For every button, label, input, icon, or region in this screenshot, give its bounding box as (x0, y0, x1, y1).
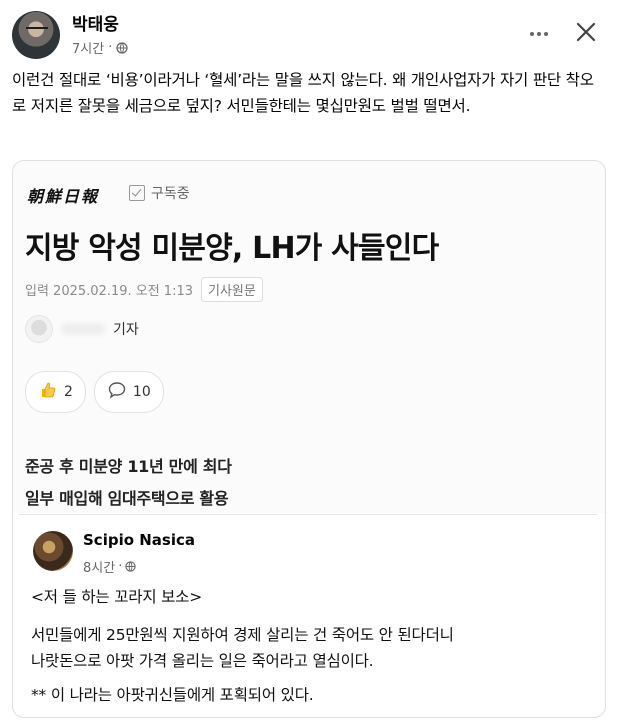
article-date: 입력 2025.02.19. 오전 1:13 (25, 284, 193, 299)
comment-reaction: 10 (93, 371, 164, 413)
meta-separator: · (108, 40, 113, 55)
globe-icon (116, 41, 128, 54)
subscribe-status: 구독중 (129, 183, 190, 203)
redacted-name (61, 323, 105, 335)
quoted-comment: Scipio Nasica 8시간 · <저 들 하는 꼬라지 보소> 서민들에… (19, 514, 597, 711)
comment-line: 서민들에게 25만원씩 지원하여 경제 살리는 건 죽어도 안 된다더니 (31, 626, 454, 644)
article-meta: 입력 2025.02.19. 오전 1:13 기사원문 (25, 277, 263, 302)
commenter-avatar[interactable] (33, 531, 73, 571)
meta-separator: · (118, 559, 123, 574)
more-icon[interactable] (524, 22, 554, 46)
speech-bubble-icon (107, 380, 127, 404)
comment-time[interactable]: 8시간 (83, 557, 115, 576)
like-count: 2 (64, 384, 73, 400)
comment-line: 나랏돈으로 아팟 가격 올리는 일은 죽어라고 열심이다. (31, 652, 374, 670)
newspaper-logo: 朝鮮日報 (27, 187, 100, 206)
article-screenshot: 朝鮮日報 구독중 지방 악성 미분양, LH가 사들인다 입력 2025.02.… (13, 161, 605, 513)
thumbs-up-icon (38, 380, 58, 404)
comment-count: 10 (132, 384, 151, 400)
comment-meta: 8시간 · (83, 557, 137, 576)
original-article-tag: 기사원문 (201, 277, 263, 302)
author-name[interactable]: 박태웅 (72, 10, 119, 35)
article-subhead: 일부 매입해 임대주택으로 활용 (25, 489, 229, 508)
comment-line: ** 이 나라는 아팟귀신들에게 포획되어 있다. (31, 686, 314, 704)
like-reaction: 2 (25, 371, 86, 413)
article-subhead: 준공 후 미분양 11년 만에 최다 (25, 457, 232, 476)
post-meta: 7시간 · (72, 38, 128, 57)
globe-icon (125, 561, 137, 572)
reporter-suffix: 기자 (113, 322, 139, 338)
post-header: 박태웅 7시간 · (12, 8, 605, 60)
post-text: 이런건 절대로 ‘비용’이라거나 ‘혈세’라는 말을 쓰지 않는다. 왜 개인사… (12, 71, 594, 115)
author-avatar[interactable] (12, 11, 60, 59)
article-headline: 지방 악성 미분양, LH가 사들인다 (25, 231, 439, 266)
article-reactions: 2 10 (25, 371, 164, 413)
comment-line: <저 들 하는 꼬라지 보소> (31, 588, 203, 606)
close-icon[interactable] (572, 18, 600, 46)
commenter-name[interactable]: Scipio Nasica (83, 531, 195, 549)
check-icon (129, 185, 145, 201)
reporter-avatar (25, 315, 53, 343)
reporter-line: 기자 (25, 315, 139, 343)
post-time[interactable]: 7시간 (72, 38, 104, 57)
shared-article-card[interactable]: 朝鮮日報 구독중 지방 악성 미분양, LH가 사들인다 입력 2025.02.… (12, 160, 606, 718)
subscribe-label: 구독중 (151, 186, 190, 202)
